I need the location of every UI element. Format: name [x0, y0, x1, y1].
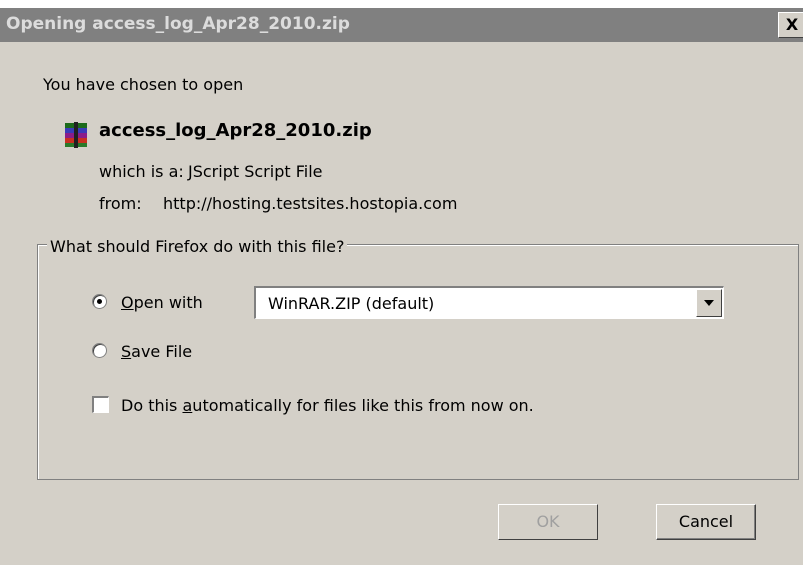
open-with-accel: O — [121, 293, 134, 312]
auto-action-accel: a — [182, 396, 193, 415]
open-with-label[interactable]: Open with — [121, 293, 203, 312]
save-file-accel: S — [121, 342, 132, 361]
open-with-rest: pen with — [133, 293, 203, 312]
file-type-label: which is a: — [99, 162, 184, 181]
open-with-radio[interactable] — [92, 294, 107, 309]
radio-selected-dot — [97, 299, 102, 304]
auto-action-pre: Do this — [121, 396, 183, 415]
save-file-radio[interactable] — [92, 343, 107, 358]
file-source-label: from: — [99, 194, 142, 213]
auto-action-checkbox[interactable] — [92, 396, 109, 413]
auto-action-label[interactable]: Do this automatically for files like thi… — [121, 396, 534, 415]
cancel-button[interactable]: Cancel — [656, 504, 756, 540]
action-groupbox — [37, 244, 799, 480]
close-button[interactable]: X — [778, 12, 803, 38]
title-bar[interactable]: Opening access_log_Apr28_2010.zip X — [0, 8, 803, 42]
window-top-edge — [0, 0, 803, 8]
window-title: Opening access_log_Apr28_2010.zip — [6, 14, 350, 34]
file-type-value: JScript Script File — [188, 162, 323, 181]
save-file-rest: ave File — [131, 342, 193, 361]
auto-action-rest: utomatically for files like this from no… — [192, 396, 534, 415]
save-file-label[interactable]: Save File — [121, 342, 192, 361]
chevron-down-icon[interactable] — [696, 289, 722, 317]
open-with-app-select[interactable]: WinRAR.ZIP (default) — [254, 286, 724, 319]
winrar-archive-icon — [65, 122, 87, 148]
file-name: access_log_Apr28_2010.zip — [99, 120, 372, 141]
ok-button[interactable]: OK — [498, 504, 598, 540]
open-file-dialog: Opening access_log_Apr28_2010.zip X You … — [0, 0, 803, 565]
file-source-url: http://hosting.testsites.hostopia.com — [163, 194, 458, 213]
intro-text: You have chosen to open — [43, 75, 244, 94]
open-with-app-value: WinRAR.ZIP (default) — [268, 294, 435, 313]
action-group-legend: What should Firefox do with this file? — [47, 237, 348, 256]
